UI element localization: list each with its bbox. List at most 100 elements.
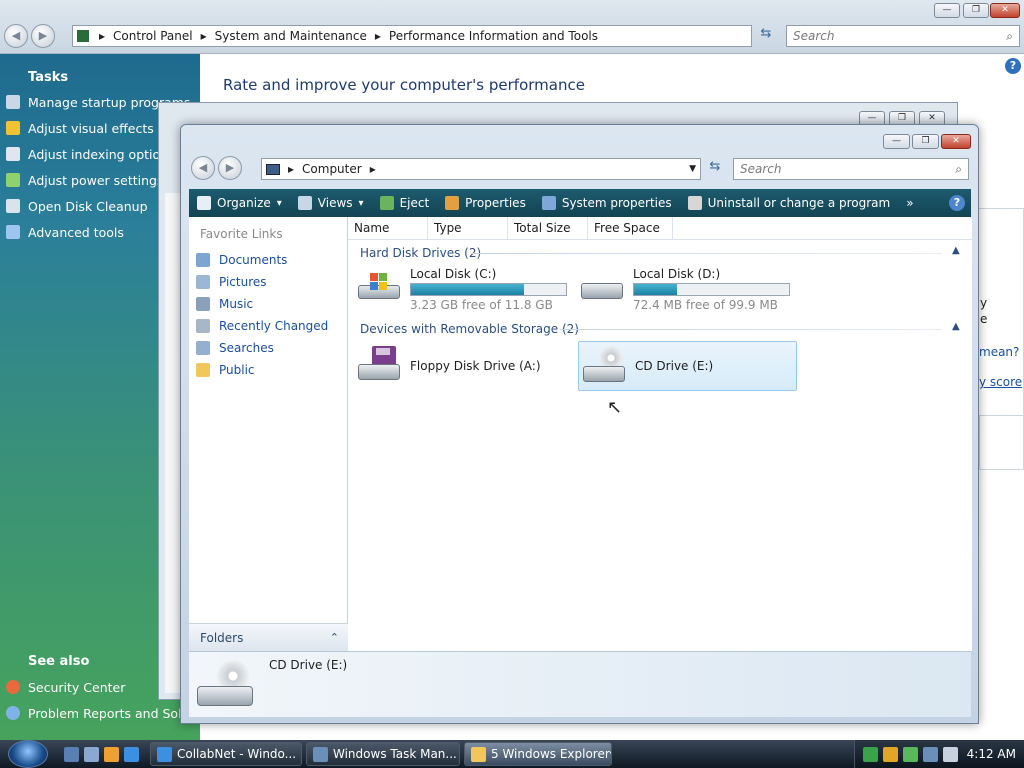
toolbar-system-properties-button[interactable]: System properties: [534, 189, 680, 217]
taskbar-button-label: Windows Task Man...: [333, 747, 457, 761]
address-separator-icon: ▸: [200, 29, 207, 43]
breadcrumb-item[interactable]: Control Panel: [113, 29, 193, 43]
address-bar[interactable]: ▸ Computer ▸ ▼: [261, 158, 701, 180]
search-input[interactable]: Search ⌕: [733, 158, 969, 180]
group-header-hard-disks[interactable]: Hard Disk Drives (2): [360, 246, 481, 260]
column-header-type[interactable]: Type: [428, 217, 508, 239]
details-pane: CD Drive (E:): [189, 651, 971, 717]
drive-item-c[interactable]: Local Disk (C:) 3.23 GB free of 11.8 GB: [356, 267, 567, 312]
drive-name: Local Disk (C:): [410, 267, 497, 281]
media-player-icon[interactable]: [104, 746, 119, 762]
favorite-link[interactable]: Pictures: [189, 271, 347, 293]
toolbar-views-button[interactable]: Views ▾: [290, 189, 372, 217]
start-button[interactable]: [8, 740, 48, 768]
forward-button[interactable]: ▶: [218, 156, 242, 180]
pictures-icon: [196, 275, 210, 289]
drive-item-cd[interactable]: CD Drive (E:): [578, 341, 797, 391]
background-window-edge: [165, 193, 181, 693]
taskbar-button[interactable]: Windows Task Man...: [306, 742, 460, 766]
hard-disk-icon: [579, 267, 625, 307]
breadcrumb-item[interactable]: Computer: [302, 162, 362, 176]
toolbar-organize-button[interactable]: Organize ▾: [189, 189, 290, 217]
favorite-link-label: Searches: [219, 341, 274, 355]
drive-item-floppy[interactable]: Floppy Disk Drive (A:): [356, 344, 541, 388]
drive-item-d[interactable]: Local Disk (D:) 72.4 MB free of 99.9 MB: [579, 267, 790, 312]
address-separator-icon: ▸: [288, 162, 295, 176]
volume-icon[interactable]: [942, 746, 958, 762]
search-input[interactable]: Search ⌕: [786, 25, 1020, 47]
partial-link[interactable]: mean?: [979, 345, 1019, 359]
column-header-free-space[interactable]: Free Space: [588, 217, 673, 239]
more-commands-button[interactable]: »: [898, 189, 921, 217]
toolbar-properties-button[interactable]: Properties: [437, 189, 534, 217]
favorite-link[interactable]: Searches: [189, 337, 347, 359]
collapse-icon[interactable]: ▲: [952, 321, 960, 332]
search-icon[interactable]: ⌕: [1006, 29, 1013, 44]
clock[interactable]: 4:12 AM: [967, 747, 1016, 761]
taskbar-button[interactable]: 5 Windows Explorer▾: [464, 742, 612, 766]
drive-usage-bar: [633, 283, 790, 296]
network-icon[interactable]: [862, 746, 878, 762]
see-also-label: Security Center: [28, 679, 126, 695]
group-header-removable[interactable]: Devices with Removable Storage (2): [360, 322, 579, 336]
minimize-button[interactable]: —: [934, 3, 960, 18]
taskbar-button-label: 5 Windows Explorer: [491, 747, 610, 761]
favorite-link[interactable]: Public: [189, 359, 347, 381]
toolbar-eject-button[interactable]: Eject: [372, 189, 438, 217]
maximize-button[interactable]: ❐: [963, 3, 989, 18]
cd-drive-icon: [581, 346, 627, 386]
column-header-name[interactable]: Name: [348, 217, 428, 239]
favorite-link-label: Music: [219, 297, 254, 311]
ie-icon[interactable]: [124, 746, 139, 762]
refresh-icon[interactable]: ⇆: [754, 26, 778, 46]
toolbar-label: Properties: [465, 196, 526, 210]
favorite-link[interactable]: Recently Changed: [189, 315, 347, 337]
search-icon[interactable]: ⌕: [955, 162, 962, 177]
drive-name: Floppy Disk Drive (A:): [410, 359, 541, 373]
folders-toggle[interactable]: Folders ⌃: [189, 623, 348, 651]
favorite-link[interactable]: Documents: [189, 249, 347, 271]
explorer-folder-icon: [471, 746, 486, 762]
task-link-label: Adjust power settings: [28, 172, 164, 188]
minimize-button[interactable]: —: [883, 134, 910, 149]
music-icon: [196, 297, 210, 311]
startup-icon: [6, 95, 20, 109]
favorite-link-label: Documents: [219, 253, 288, 267]
security-alert-icon[interactable]: [882, 746, 898, 762]
address-bar[interactable]: ▸ Control Panel ▸ System and Maintenance…: [72, 25, 752, 47]
back-button[interactable]: ◀: [4, 24, 28, 48]
favorite-link-label: Recently Changed: [219, 319, 329, 333]
close-button[interactable]: ✕: [990, 3, 1020, 18]
partial-link[interactable]: y score: [979, 375, 1022, 389]
task-link-label: Adjust visual effects: [28, 120, 154, 136]
update-icon[interactable]: [902, 746, 918, 762]
breadcrumb-item[interactable]: Performance Information and Tools: [389, 29, 598, 43]
favorite-link-label: Public: [219, 363, 255, 377]
collapse-icon[interactable]: ▲: [952, 245, 960, 256]
forward-button[interactable]: ▶: [31, 24, 55, 48]
toolbar-label: Views: [317, 196, 353, 210]
close-button[interactable]: ✕: [941, 134, 971, 149]
see-also-link[interactable]: Problem Reports and Solutions: [0, 700, 200, 726]
toolbar-uninstall-or-change-a-program-button[interactable]: Uninstall or change a program: [680, 189, 899, 217]
monitor-icon[interactable]: [922, 746, 938, 762]
maximize-button[interactable]: ❐: [912, 134, 939, 149]
searches-icon: [196, 341, 210, 355]
chevron-up-icon[interactable]: ⌃: [330, 631, 339, 644]
help-icon[interactable]: ?: [1005, 58, 1021, 74]
help-icon[interactable]: ?: [949, 195, 965, 211]
back-button[interactable]: ◀: [191, 156, 215, 180]
column-header-total-size[interactable]: Total Size: [508, 217, 588, 239]
show-desktop-icon[interactable]: [64, 746, 79, 762]
search-placeholder: Search: [740, 162, 782, 176]
refresh-icon[interactable]: ⇆: [703, 159, 727, 179]
drive-name: Local Disk (D:): [633, 267, 721, 281]
shield-icon: [6, 121, 20, 135]
favorite-link[interactable]: Music: [189, 293, 347, 315]
taskbar-button[interactable]: CollabNet - Windo...: [150, 742, 302, 766]
indexing-icon: [6, 147, 20, 161]
switch-windows-icon[interactable]: [84, 746, 99, 762]
toolbar-label: System properties: [561, 196, 672, 210]
breadcrumb-item[interactable]: System and Maintenance: [215, 29, 367, 43]
chevron-down-icon[interactable]: ▼: [689, 164, 696, 174]
